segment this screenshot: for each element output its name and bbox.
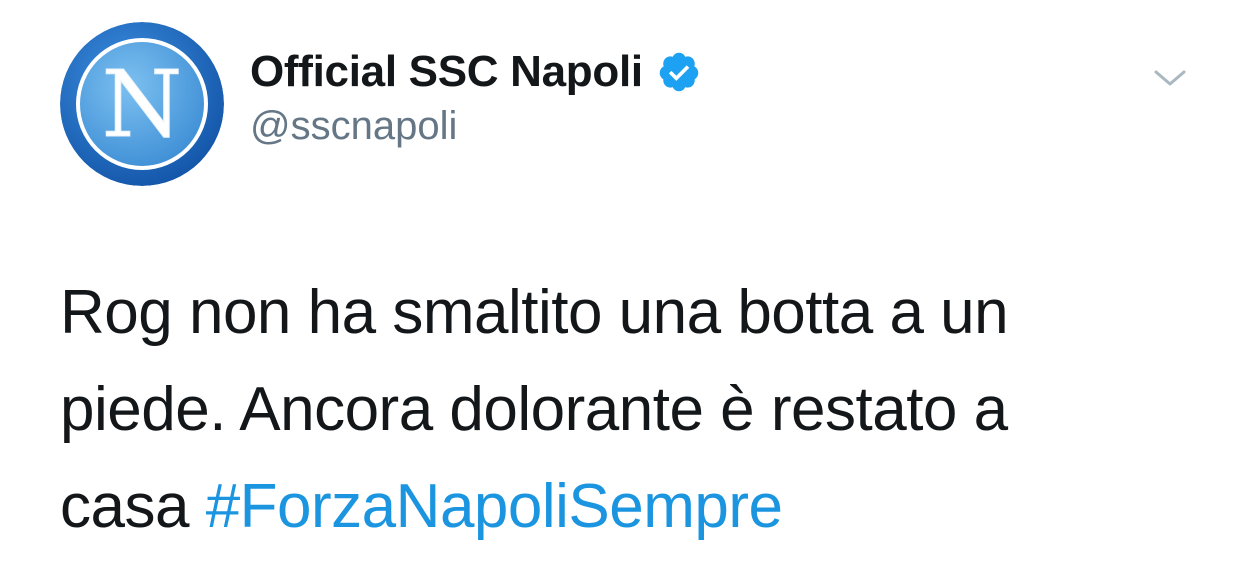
tweet-card: N Official SSC Napoli @sscnapoli Rog non… (0, 0, 1242, 568)
tweet-text: Rog non ha smaltito una botta a un piede… (60, 264, 1180, 555)
author-display-name[interactable]: Official SSC Napoli (250, 47, 643, 97)
ssc-napoli-logo-icon: N (60, 22, 224, 186)
tweet-text-line: Rog non ha smaltito una botta a un (60, 278, 1009, 347)
avatar-letter: N (102, 51, 183, 158)
tweet-text-line: casa #ForzaNapoliSempre (60, 458, 1180, 555)
verified-badge-icon (657, 50, 701, 94)
chevron-down-icon[interactable] (1150, 60, 1190, 96)
tweet-text-line: piede. Ancora dolorante è restato a (60, 375, 1008, 444)
hashtag-link[interactable]: #ForzaNapoliSempre (206, 472, 783, 541)
tweet-text-fragment: casa (60, 472, 206, 541)
author-handle[interactable]: @sscnapoli (250, 104, 457, 149)
avatar[interactable]: N (60, 22, 224, 186)
author-name-row[interactable]: Official SSC Napoli (250, 44, 701, 100)
